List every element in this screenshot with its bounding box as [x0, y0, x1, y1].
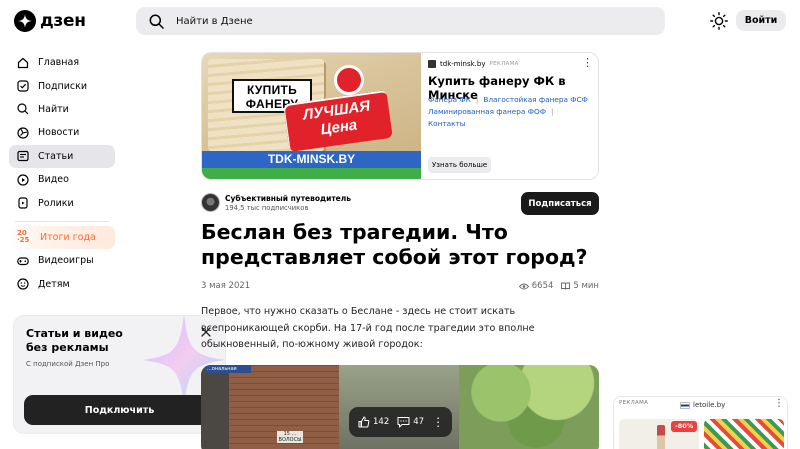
- reactions-bar: 142 47 ⋮: [349, 407, 452, 437]
- photo-wall: [201, 365, 229, 449]
- theme-toggle-sun-icon[interactable]: [710, 12, 728, 30]
- promo-subtitle: С подпиской Дзен Про: [26, 360, 110, 368]
- shorts-icon: [17, 197, 29, 209]
- thumbs-up-icon: [334, 65, 364, 95]
- sidebar-item-videogames[interactable]: Видеоигры: [9, 249, 115, 272]
- views-count: 6654: [531, 281, 554, 291]
- kids-icon: [17, 278, 29, 290]
- flag-icon: [680, 401, 690, 409]
- promo-title: Статьи и видео без рекламы: [26, 327, 123, 354]
- sidebar-item-home[interactable]: Главная: [9, 51, 115, 74]
- comment-icon: [397, 417, 410, 428]
- ad-source-domain: letoile.by: [693, 401, 726, 409]
- discount-badge: -80%: [671, 421, 698, 432]
- read-time: 5 мин: [573, 281, 599, 291]
- learn-more-button[interactable]: Узнать больше: [428, 157, 492, 173]
- sidebar-item-label: Ролики: [38, 197, 74, 209]
- sidebar: Главная Подписки Найти Новости Статьи Ви…: [9, 51, 115, 296]
- sidebar-item-subscriptions[interactable]: Подписки: [9, 74, 115, 97]
- sidebar-item-label: Итоги года: [40, 231, 96, 243]
- sidebar-item-label: Подписки: [38, 80, 88, 92]
- sidebar-item-label: Главная: [38, 57, 80, 69]
- articles-icon: [17, 150, 29, 162]
- sidebar-item-shorts[interactable]: Ролики: [9, 191, 115, 214]
- likes-count: 142: [373, 417, 390, 427]
- link-separator: |: [475, 95, 479, 104]
- article-meta: 3 мая 2021 6654 5 мин: [201, 281, 599, 291]
- ad-source[interactable]: letoile.by: [680, 401, 725, 409]
- channel-info[interactable]: Субъективный путеводитель 194,5 тыс подп…: [201, 193, 351, 212]
- sidebar-item-kids[interactable]: Детям: [9, 273, 115, 296]
- read-time-stat: 5 мин: [561, 281, 599, 291]
- photo-trees: [459, 365, 599, 449]
- views-stat: 6654: [518, 281, 554, 291]
- lipstick-image: [657, 425, 665, 449]
- video-icon: [17, 174, 29, 186]
- book-icon: [561, 282, 571, 290]
- login-button[interactable]: Войти: [736, 10, 786, 31]
- dzen-logo-icon: [14, 10, 36, 32]
- channel-subscribers: 194,5 тыс подписчиков: [225, 203, 309, 212]
- year-2025-badge: 20·25: [17, 229, 30, 245]
- product-card[interactable]: -80%: [619, 419, 699, 449]
- sidebar-item-label: Детям: [38, 278, 70, 290]
- ad-image[interactable]: КУПИТЬ ФАНЕРУ ЛУЧШАЯ Цена TDK-MINSK.BY: [202, 53, 421, 179]
- promo-popup: Статьи и видео без рекламы С подпиской Д…: [14, 316, 225, 433]
- gamepad-icon: [17, 255, 29, 267]
- sidebar-item-articles[interactable]: Статьи: [9, 144, 115, 168]
- link-separator: |: [551, 107, 554, 116]
- thumbs-up-icon: [358, 416, 370, 428]
- subscriptions-icon: [17, 80, 29, 92]
- channel-name[interactable]: Субъективный путеводитель: [225, 194, 351, 203]
- sidebar-item-label: Новости: [38, 127, 80, 139]
- photo-sign: ...ональная: [205, 365, 251, 373]
- sidebar-item-video[interactable]: Видео: [9, 168, 115, 191]
- article-date: 3 мая 2021: [201, 281, 251, 291]
- sidebar-item-year-results[interactable]: 20·25 Итоги года: [9, 225, 115, 250]
- subscribe-button[interactable]: Подписаться: [521, 192, 599, 215]
- favicon-icon: [428, 60, 436, 68]
- subscribe-pro-button[interactable]: Подключить: [24, 395, 215, 425]
- ad-link[interactable]: Фанера ФК: [428, 95, 471, 104]
- sidebar-item-label: Найти: [38, 103, 69, 115]
- news-icon: [17, 127, 29, 139]
- more-menu-icon[interactable]: ⋮: [774, 398, 784, 409]
- home-icon: [17, 57, 29, 69]
- comments-count: 47: [413, 417, 425, 427]
- search-input[interactable]: [176, 15, 476, 27]
- avatar[interactable]: [201, 193, 220, 212]
- ad-link[interactable]: Ламинированная фанера ФОФ: [428, 107, 546, 116]
- ad-links: Фанера ФК | Влагостойкая фанера ФСФ Ламини…: [428, 94, 596, 130]
- ad-label: РЕКЛАМА: [619, 400, 649, 406]
- dzen-logo[interactable]: дзен: [14, 10, 86, 32]
- side-ad-card[interactable]: РЕКЛАМА letoile.by ⋮ -80%: [613, 396, 788, 449]
- eye-icon: [518, 283, 529, 289]
- ad-link[interactable]: Влагостойкая фанера ФСФ: [483, 95, 588, 104]
- sidebar-item-search[interactable]: Найти: [9, 98, 115, 121]
- sidebar-item-label: Статьи: [38, 150, 74, 162]
- search-icon: [149, 14, 164, 29]
- comments-button[interactable]: 47: [397, 416, 424, 428]
- search-bar[interactable]: [136, 7, 665, 35]
- article-title: Беслан без трагедии. Что представляет со…: [201, 220, 588, 269]
- ad-source[interactable]: tdk-minsk.by РЕКЛАМА: [428, 60, 519, 68]
- logo-text: дзен: [40, 11, 86, 31]
- ad-image-site: TDK-MINSK.BY: [202, 151, 421, 168]
- ad-image-stripe: [202, 168, 421, 179]
- more-menu-icon[interactable]: ⋮: [432, 415, 444, 429]
- sidebar-item-label: Видео: [38, 174, 69, 186]
- sidebar-item-news[interactable]: Новости: [9, 121, 115, 144]
- ad-link[interactable]: Контакты: [428, 119, 466, 128]
- ad-label: РЕКЛАМА: [489, 61, 519, 67]
- article-paragraph: Первое, что нужно сказать о Беслане - зд…: [201, 306, 535, 351]
- search-icon: [17, 103, 29, 115]
- sidebar-item-label: Видеоигры: [38, 255, 94, 267]
- sidebar-divider: [15, 220, 109, 222]
- more-menu-icon[interactable]: ⋮: [582, 57, 593, 68]
- product-card[interactable]: [704, 419, 784, 449]
- photo-plate: 15 ... ВОЛОСЫ: [277, 431, 303, 443]
- ad-source-domain: tdk-minsk.by: [440, 60, 486, 68]
- ad-card[interactable]: КУПИТЬ ФАНЕРУ ЛУЧШАЯ Цена TDK-MINSK.BY t…: [201, 52, 599, 180]
- like-button[interactable]: 142: [358, 416, 389, 428]
